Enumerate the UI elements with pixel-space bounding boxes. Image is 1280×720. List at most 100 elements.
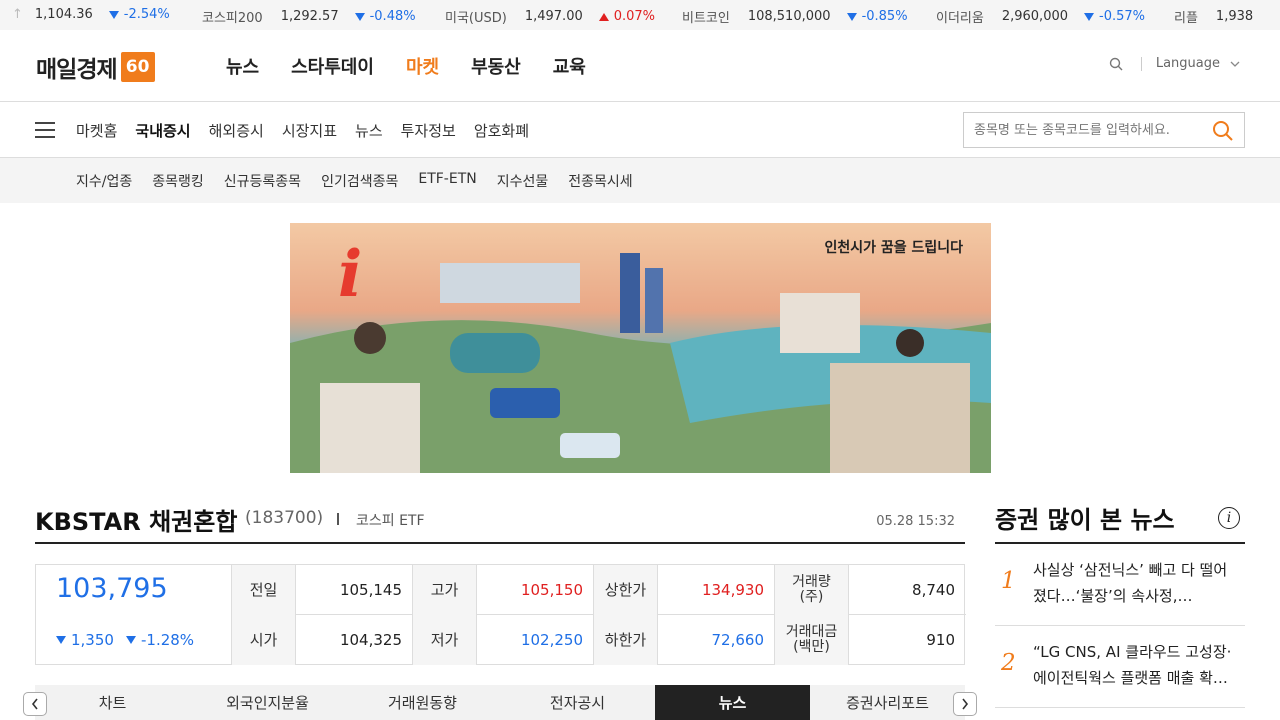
ticker-name: 리플 xyxy=(1174,11,1198,26)
value-lower-limit: 72,660 xyxy=(711,631,765,649)
chevron-down-icon[interactable] xyxy=(1230,61,1240,67)
label-high: 고가 xyxy=(412,565,477,615)
advertisement-banner[interactable]: i 인천시가 꿈을 드립니다 xyxy=(290,223,991,473)
popular-news-header: 증권 많이 본 뉴스 i xyxy=(995,500,1245,544)
chevron-right-icon xyxy=(962,698,969,710)
ticker-value: 2,960,000 xyxy=(1001,9,1069,24)
thirdnav-futures[interactable]: 지수선물 xyxy=(497,171,549,191)
value-high: 105,150 xyxy=(520,581,583,599)
change-percent: -1.28% xyxy=(126,631,194,649)
news-title[interactable]: “LG CNS, AI 클라우드 고성장·에이전틱웍스 플랫폼 매출 확… xyxy=(1033,639,1233,691)
info-icon[interactable]: i xyxy=(1218,507,1240,529)
stock-market-type: 코스피 ETF xyxy=(356,513,425,529)
value-low: 102,250 xyxy=(520,631,583,649)
change-amount: 1,350 xyxy=(56,631,114,649)
chevron-left-icon xyxy=(31,698,38,710)
tab-disclosure[interactable]: 전자공시 xyxy=(500,685,655,720)
tab-analyst-report[interactable]: 증권사리포트 xyxy=(810,685,965,720)
ticker-name: 이더리움 xyxy=(936,11,984,26)
down-arrow-icon xyxy=(1084,12,1095,21)
news-item[interactable]: 1 사실상 ‘삼전닉스’ 빼고 다 떨어졌다…‘불장’의 속사정,… xyxy=(995,544,1245,626)
ticker-name: 비트코인 xyxy=(682,11,730,26)
subnav-domestic[interactable]: 국내증시 xyxy=(135,120,190,141)
gnb-market[interactable]: 마켓 xyxy=(406,53,439,79)
incheon-logo: i xyxy=(338,237,363,312)
news-title[interactable]: 사실상 ‘삼전닉스’ 빼고 다 떨어졌다…‘불장’의 속사정,… xyxy=(1033,557,1233,609)
stock-tabs: 차트 외국인지분율 거래원동향 전자공시 뉴스 증권사리포트 xyxy=(35,685,965,720)
thirdnav-new-listing[interactable]: 신규등록종목 xyxy=(224,171,301,191)
tabs-prev-button[interactable] xyxy=(23,692,47,716)
search-icon[interactable] xyxy=(1109,57,1123,71)
price-table: 103,795 1,350 -1.28% 전일 105,145 고가 105,1… xyxy=(35,564,966,665)
ticker-value: 1,497.00 xyxy=(524,9,583,24)
down-arrow-icon xyxy=(56,636,66,644)
ticker-name: 미국(USD) xyxy=(445,11,507,26)
logo-badge: 60 xyxy=(120,52,155,82)
tabs-next-button[interactable] xyxy=(953,692,977,716)
market-menu: 마켓홈 국내증시 해외증시 시장지표 뉴스 투자정보 암호화폐 xyxy=(76,120,547,141)
label-open: 시가 xyxy=(231,615,296,665)
ticker-item[interactable]: 비트코인 108,510,000 -0.85% xyxy=(682,7,908,26)
market-ticker: ↑ 1,104.36 -2.54% 코스피200 1,292.57 -0.48%… xyxy=(0,0,1280,30)
main-header: 매일경제 60 뉴스 스타투데이 마켓 부동산 교육 Language xyxy=(0,30,1280,102)
subnav-invest-info[interactable]: 투자정보 xyxy=(401,120,456,141)
ticker-item[interactable]: 미국(USD) 1,497.00 0.07% xyxy=(445,7,655,26)
subnav-news[interactable]: 뉴스 xyxy=(355,120,383,141)
search-icon[interactable] xyxy=(1212,120,1234,142)
price-change-cell: 1,350 -1.28% xyxy=(36,615,231,665)
ticker-value: 1,938 xyxy=(1215,9,1254,24)
site-logo[interactable]: 매일경제 60 xyxy=(36,50,155,84)
global-nav: 뉴스 스타투데이 마켓 부동산 교육 xyxy=(226,53,618,79)
value-volume: 8,740 xyxy=(912,581,955,599)
value-upper-limit: 134,930 xyxy=(701,581,764,599)
subnav-overseas[interactable]: 해외증시 xyxy=(209,120,264,141)
gnb-news[interactable]: 뉴스 xyxy=(226,53,259,79)
subnav-crypto[interactable]: 암호화폐 xyxy=(474,120,529,141)
label-volume: 거래량 (주) xyxy=(774,565,849,615)
tab-foreign-ownership[interactable]: 외국인지분율 xyxy=(190,685,345,720)
gnb-education[interactable]: 교육 xyxy=(553,53,586,79)
gnb-startoday[interactable]: 스타투데이 xyxy=(291,53,374,79)
news-item[interactable]: 2 “LG CNS, AI 클라우드 고성장·에이전틱웍스 플랫폼 매출 확… xyxy=(995,626,1245,708)
thirdnav-etf-etn[interactable]: ETF-ETN xyxy=(418,171,476,191)
ticker-change: -2.54% xyxy=(108,7,170,22)
label-lower-limit: 하한가 xyxy=(593,615,658,665)
ticker-item[interactable]: 리플 1,938 xyxy=(1174,7,1269,26)
domestic-subnav: 지수/업종 종목랭킹 신규등록종목 인기검색종목 ETF-ETN 지수선물 전종… xyxy=(0,158,1280,203)
current-price: 103,795 xyxy=(56,573,168,604)
banner-slogan: 인천시가 꿈을 드립니다 xyxy=(824,240,963,256)
down-arrow-icon xyxy=(108,10,119,19)
stock-search-input[interactable] xyxy=(964,113,1204,147)
thirdnav-popular[interactable]: 인기검색종목 xyxy=(321,171,398,191)
thirdnav-index[interactable]: 지수/업종 xyxy=(76,171,132,191)
down-arrow-icon xyxy=(126,636,136,644)
ticker-change: -0.48% xyxy=(354,9,416,24)
subnav-market-home[interactable]: 마켓홈 xyxy=(76,120,117,141)
logo-text: 매일경제 xyxy=(36,57,118,83)
ticker-item[interactable]: 이더리움 2,960,000 -0.57% xyxy=(936,7,1145,26)
tab-chart[interactable]: 차트 xyxy=(35,685,190,720)
current-price-cell: 103,795 xyxy=(36,565,231,615)
ticker-item-lead[interactable]: ↑ 1,104.36 -2.54% xyxy=(12,7,170,22)
hamburger-menu-icon[interactable] xyxy=(35,122,55,138)
thirdnav-all-quotes[interactable]: 전종목시세 xyxy=(568,171,632,191)
news-rank: 1 xyxy=(1001,568,1016,594)
ticker-item[interactable]: 코스피200 1,292.57 -0.48% xyxy=(202,7,416,26)
down-arrow-icon xyxy=(846,12,857,21)
banner-illustration xyxy=(290,253,991,473)
stock-code: (183700) xyxy=(245,508,324,528)
tab-broker-trend[interactable]: 거래원동향 xyxy=(345,685,500,720)
stock-header: KBSTAR 채권혼합 (183700) 코스피 ETF 05.28 15:32 xyxy=(35,500,965,544)
tab-news[interactable]: 뉴스 xyxy=(655,685,810,720)
gnb-realestate[interactable]: 부동산 xyxy=(471,53,521,79)
subnav-indicators[interactable]: 시장지표 xyxy=(282,120,337,141)
label-low: 저가 xyxy=(412,615,477,665)
ticker-name: 코스피200 xyxy=(202,11,263,26)
label-trade-amount: 거래대금 (백만) xyxy=(774,615,849,665)
ticker-lead-marker: ↑ xyxy=(12,7,23,22)
language-selector[interactable]: Language xyxy=(1156,56,1220,71)
news-rank: 2 xyxy=(1001,650,1016,676)
label-prev-close: 전일 xyxy=(231,565,296,615)
thirdnav-ranking[interactable]: 종목랭킹 xyxy=(152,171,204,191)
stock-search xyxy=(963,112,1245,148)
